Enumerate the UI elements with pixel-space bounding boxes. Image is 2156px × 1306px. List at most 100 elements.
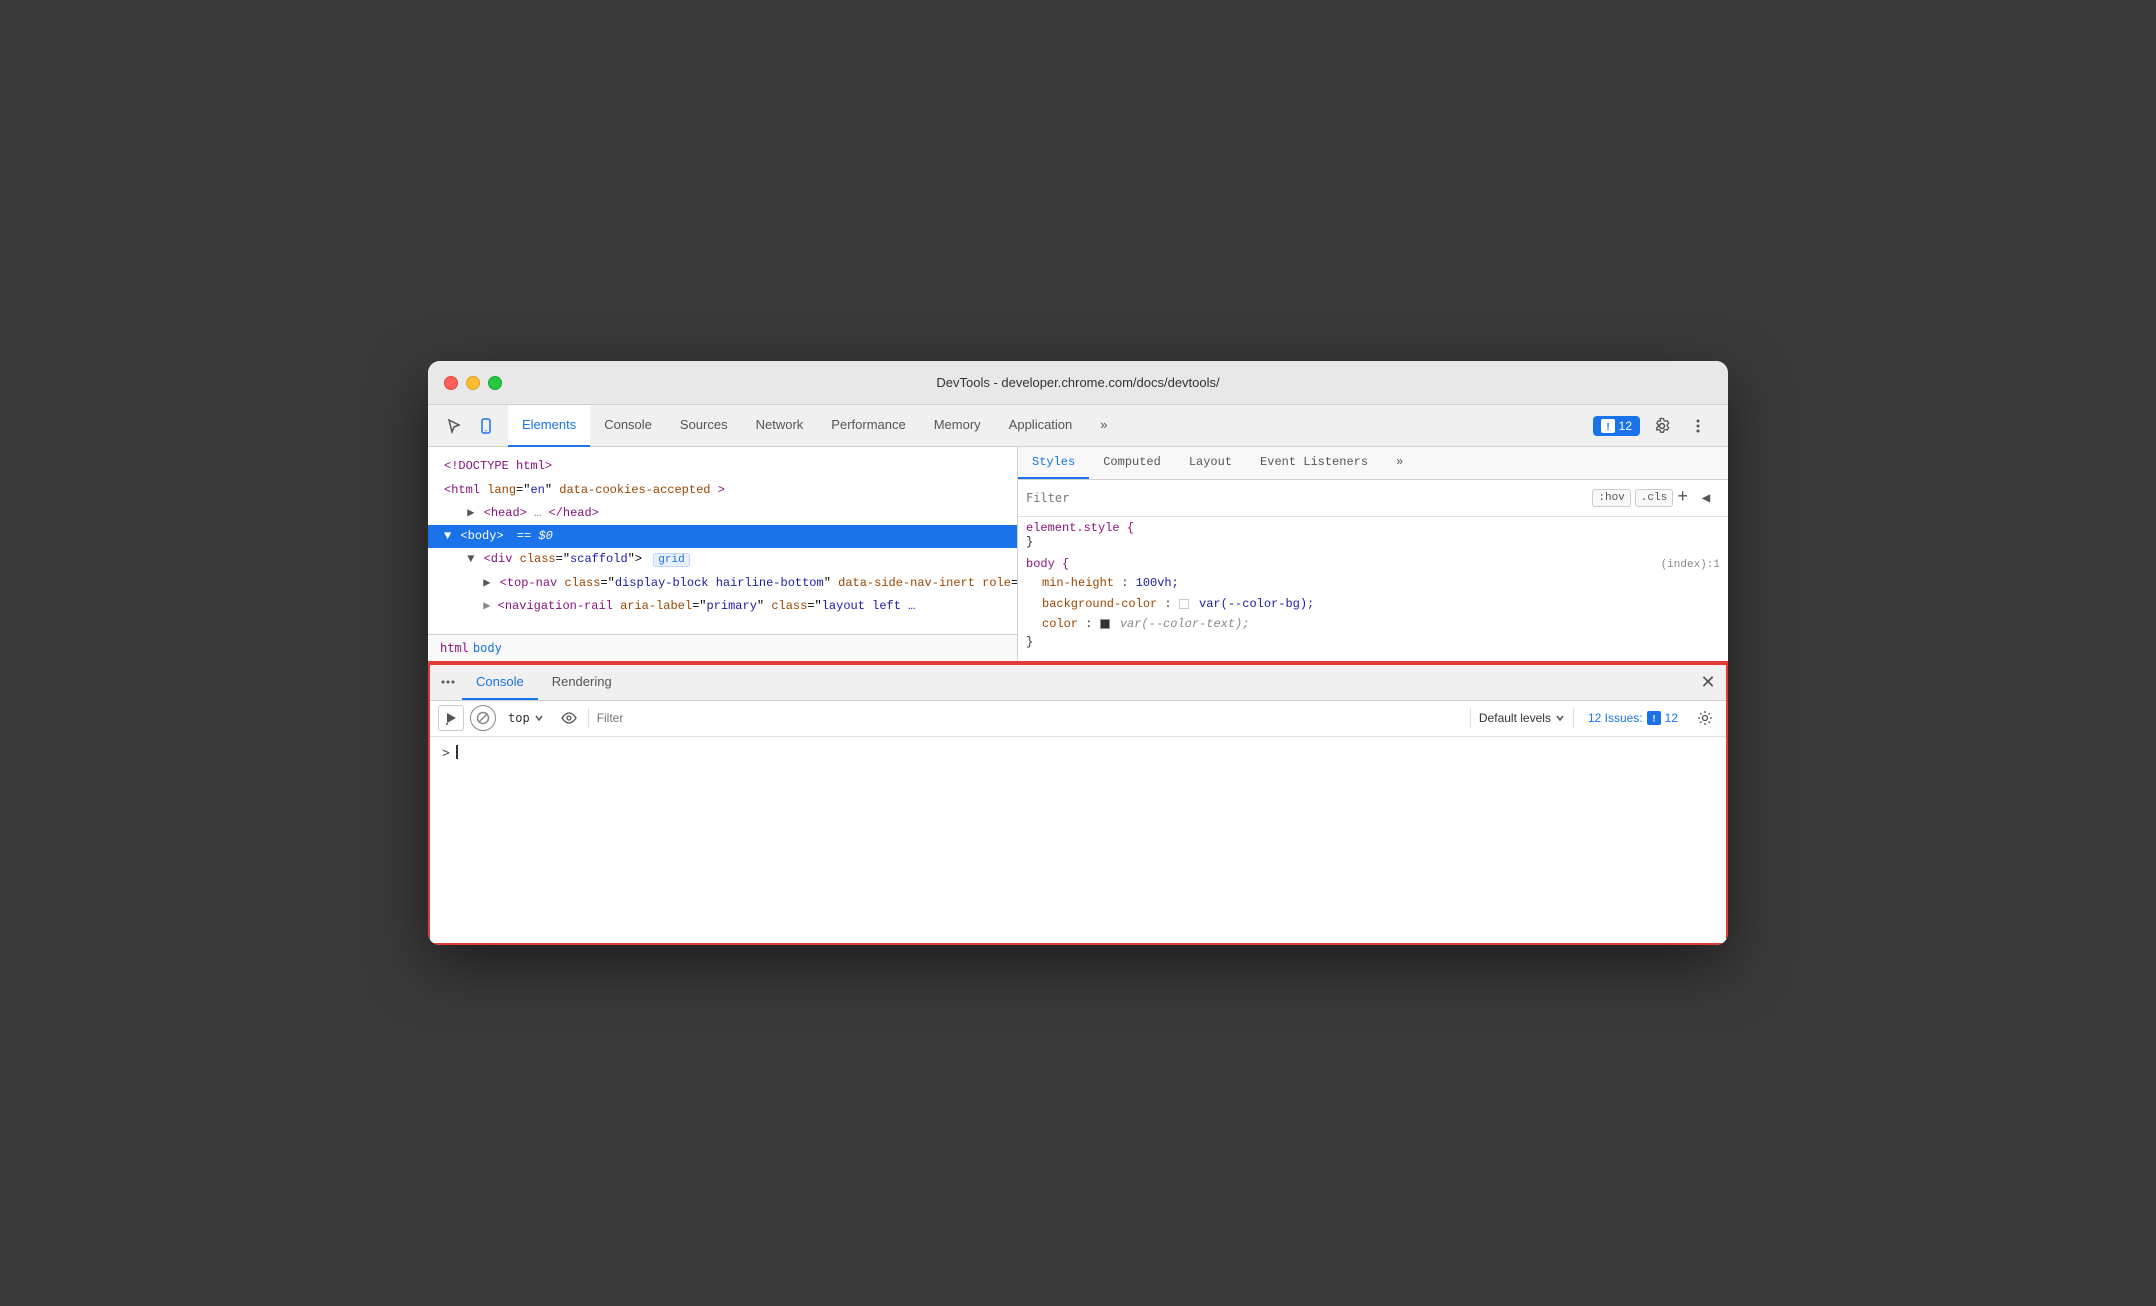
div-expand[interactable]: ▼ [467,552,474,566]
styles-filter-input[interactable] [1026,491,1584,505]
eye-icon[interactable] [556,705,582,731]
body-expand[interactable]: ▼ [444,529,451,543]
doctype-tag: <!DOCTYPE html> [444,459,552,473]
tab-rendering[interactable]: Rendering [538,664,626,700]
color-swatch[interactable] [1100,619,1110,629]
console-content[interactable]: > [430,737,1726,943]
issues-count-btn[interactable]: 12 Issues: ! 12 [1580,708,1686,728]
dom-content[interactable]: <!DOCTYPE html> <html lang="en" data-coo… [428,447,1017,633]
tab-layout[interactable]: Layout [1175,447,1246,479]
dom-line-head[interactable]: ▶ <head> … </head> [428,502,1017,525]
cursor-icon[interactable] [440,412,468,440]
cls-button[interactable]: .cls [1635,489,1673,507]
devtools-actions: ! 12 [1593,412,1724,440]
devtools-icons [432,412,508,440]
dom-line-div-scaffold[interactable]: ▼ <div class="scaffold"> grid [428,548,1017,572]
tab-performance[interactable]: Performance [817,405,919,447]
head-expand[interactable]: ▶ [467,506,474,520]
tab-computed[interactable]: Computed [1089,447,1175,479]
tab-event-listeners[interactable]: Event Listeners [1246,447,1382,479]
issues-count: 12 [1619,419,1632,433]
grid-badge[interactable]: grid [653,553,689,567]
bottom-panel-wrapper: Console Rendering ✕ [428,661,1728,945]
tab-sources[interactable]: Sources [666,405,742,447]
levels-dropdown-arrow [1555,713,1565,723]
settings-icon[interactable] [1648,412,1676,440]
block-icon[interactable] [470,705,496,731]
element-style-rule: element.style { } [1026,521,1720,549]
dom-line-topnav[interactable]: ▶ <top-nav class="display-block hairline… [428,572,1017,595]
issues-label: 12 Issues: [1588,711,1643,725]
more-icon[interactable] [1684,412,1712,440]
issues-badge[interactable]: ! 12 [1593,416,1640,436]
dom-line-navpanel[interactable]: ▶ <navigation-rail aria-label="primary" … [428,595,1017,618]
data-attr: data-cookies-accepted [559,483,710,497]
styles-tabs: Styles Computed Layout Event Listeners » [1018,447,1728,480]
mobile-icon[interactable] [472,412,500,440]
tab-styles-more[interactable]: » [1382,447,1417,479]
issues-count-icon: ! [1647,711,1661,725]
devtools-main: <!DOCTYPE html> <html lang="en" data-coo… [428,447,1728,660]
console-cursor [456,745,458,759]
lang-value: en [530,483,544,497]
dom-panel: <!DOCTYPE html> <html lang="en" data-coo… [428,447,1018,660]
tab-application[interactable]: Application [995,405,1087,447]
console-filter-input[interactable] [588,708,1464,728]
tab-memory[interactable]: Memory [920,405,995,447]
bg-color-swatch[interactable] [1179,599,1189,609]
maximize-button[interactable] [488,376,502,390]
issues-count-number: 12 [1665,711,1678,725]
element-style-selector: element.style { [1026,521,1134,535]
console-settings-icon[interactable] [1692,705,1718,731]
default-levels-dropdown[interactable]: Default levels [1470,708,1574,728]
svg-text:!: ! [1652,714,1655,724]
devtools-tab-bar: Elements Console Sources Network Perform… [428,405,1728,447]
tab-console[interactable]: Console [590,405,666,447]
bottom-panel: Console Rendering ✕ [430,663,1726,943]
filter-actions: :hov .cls + ◀ [1592,484,1720,512]
top-selector[interactable]: top [502,709,550,727]
body-selector: body { [1026,557,1069,571]
add-style-button[interactable]: + [1677,489,1688,507]
title-bar: DevTools - developer.chrome.com/docs/dev… [428,361,1728,405]
console-tab-bar: Console Rendering ✕ [430,665,1726,701]
top-dropdown-arrow [534,713,544,723]
breadcrumb-html[interactable]: html [440,641,469,655]
tab-console-bottom[interactable]: Console [462,664,538,700]
min-height-line: min-height : 100vh; [1026,573,1720,593]
traffic-lights [444,376,502,390]
execute-button[interactable] [438,705,464,731]
tab-elements[interactable]: Elements [508,405,590,447]
close-button[interactable] [444,376,458,390]
window-title: DevTools - developer.chrome.com/docs/dev… [936,375,1219,390]
dom-line-html[interactable]: <html lang="en" data-cookies-accepted > [428,479,1017,502]
issues-icon: ! [1601,419,1615,433]
styles-panel: Styles Computed Layout Event Listeners »… [1018,447,1728,660]
background-color-line: background-color : var(--color-bg); [1026,594,1720,614]
tab-network[interactable]: Network [742,405,818,447]
hov-button[interactable]: :hov [1592,489,1630,507]
console-toolbar: top Default levels [430,701,1726,737]
topnav-expand[interactable]: ▶ [483,576,490,590]
dom-line-doctype[interactable]: <!DOCTYPE html> [428,455,1017,478]
body-source: (index):1 [1661,559,1720,571]
dom-line-body[interactable]: ▼ <body> == $0 [428,525,1017,548]
lang-attr: lang [487,483,516,497]
tab-styles[interactable]: Styles [1018,447,1089,479]
devtools-window: DevTools - developer.chrome.com/docs/dev… [428,361,1728,944]
console-close-button[interactable]: ✕ [1694,668,1722,696]
svg-text:!: ! [1606,422,1609,433]
tab-more[interactable]: » [1086,405,1121,447]
styles-filter-bar: :hov .cls + ◀ [1018,480,1728,517]
top-label: top [508,711,530,725]
breadcrumb-body[interactable]: body [473,641,502,655]
html-open-tag: <html [444,483,487,497]
console-menu-icon[interactable] [434,668,462,696]
minimize-button[interactable] [466,376,480,390]
color-line: color : var(--color-text); [1026,614,1720,634]
styles-content[interactable]: element.style { } body { (index):1 min-h… [1018,517,1728,660]
console-prompt: > [442,745,450,761]
body-style-rule: body { (index):1 min-height : 100vh; bac… [1026,557,1720,648]
toggle-panel-icon[interactable]: ◀ [1692,484,1720,512]
dom-breadcrumb: html body [428,634,1017,661]
